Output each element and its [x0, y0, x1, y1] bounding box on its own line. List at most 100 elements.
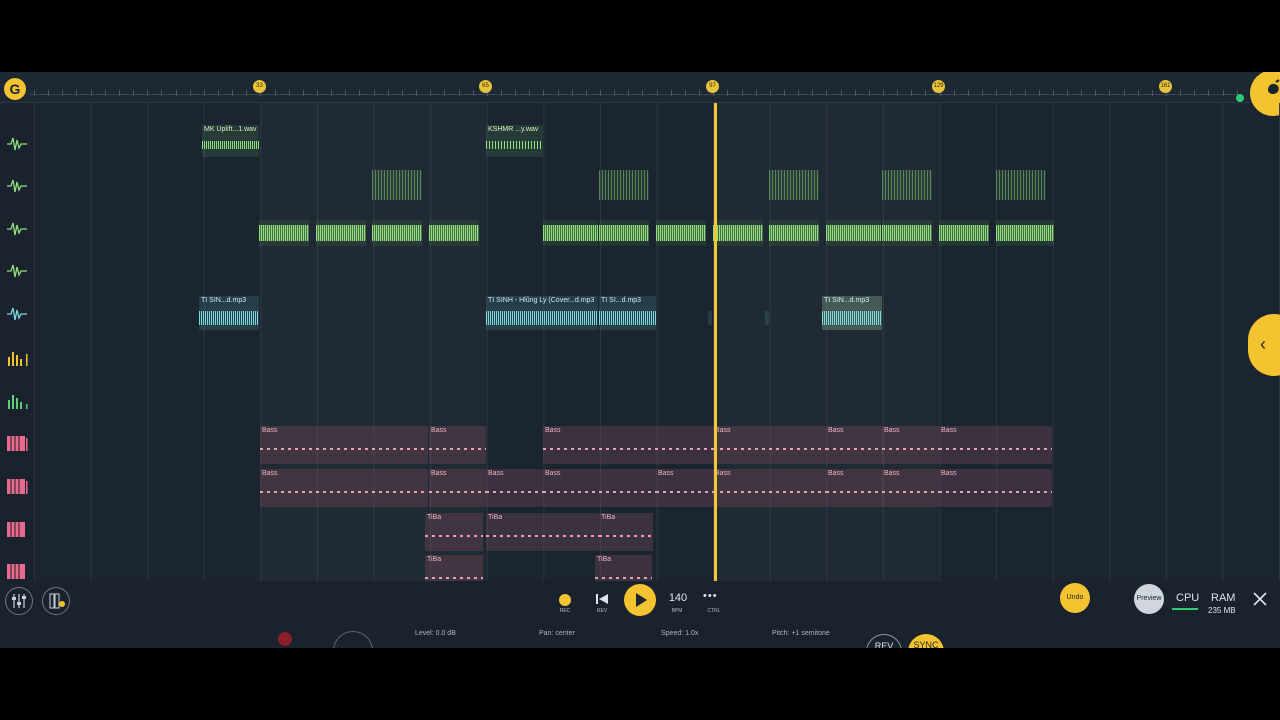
ruler-tick: [401, 90, 403, 96]
ruler-tick: [1137, 90, 1139, 96]
ruler-tick: [600, 90, 601, 96]
wave-icon[interactable]: [6, 177, 28, 195]
pattern-clip[interactable]: Bass: [429, 426, 486, 464]
ruler-tick: [232, 90, 234, 96]
cpu-label: CPU: [1176, 592, 1200, 604]
note-pattern: [882, 448, 939, 450]
plugin-icon[interactable]: [42, 587, 70, 615]
waveform: [826, 225, 881, 241]
playlist-tracks[interactable]: MK Uplift...1.wav KSHMR ...y.wav T⁠I SIN…: [0, 103, 1280, 593]
audio-clip[interactable]: [882, 220, 932, 246]
pattern-clip[interactable]: Bass: [260, 469, 428, 507]
audio-clip[interactable]: [826, 220, 881, 246]
wave-icon[interactable]: [6, 305, 28, 323]
ruler-tick: [90, 90, 92, 96]
close-icon[interactable]: [1251, 590, 1269, 613]
audio-clip[interactable]: [543, 220, 598, 246]
bar-marker[interactable]: 65: [479, 80, 492, 93]
pattern-clip[interactable]: Bass: [260, 426, 428, 464]
clip-label: KSHMR ...y.wav: [488, 126, 539, 133]
bar-marker[interactable]: 129: [932, 80, 945, 93]
note-pattern: [543, 491, 656, 493]
note-pattern: [425, 535, 483, 537]
bar-marker[interactable]: 97: [706, 80, 719, 93]
audio-clip[interactable]: T⁠I SI...d.mp3: [599, 296, 656, 330]
waveform: [656, 225, 706, 241]
bars-icon[interactable]: [6, 349, 28, 367]
note-pattern: [429, 491, 486, 493]
wave-knob[interactable]: [333, 631, 373, 648]
play-icon[interactable]: [624, 584, 656, 616]
audio-clip[interactable]: [939, 220, 989, 246]
pattern-clip[interactable]: Bass: [486, 469, 543, 507]
pattern-clip[interactable]: Bass: [826, 426, 883, 464]
bars-icon[interactable]: [6, 392, 28, 410]
pattern-clip[interactable]: Bass: [882, 469, 939, 507]
logo-icon[interactable]: G: [4, 78, 26, 100]
pattern-clip[interactable]: Bass: [939, 469, 1052, 507]
pattern-clip[interactable]: Bass: [543, 469, 656, 507]
rev-button[interactable]: REV: [866, 634, 902, 648]
audio-clip[interactable]: [769, 170, 819, 200]
audio-clip[interactable]: [769, 220, 819, 246]
audio-clip[interactable]: MK Uplift...1.wav: [202, 125, 259, 157]
ruler-tick: [840, 90, 842, 96]
wave-icon[interactable]: [6, 135, 28, 153]
more-options-icon[interactable]: •••: [703, 590, 718, 602]
ruler-tick: [302, 90, 304, 96]
sync-button[interactable]: SYNC: [908, 634, 944, 648]
piano-icon[interactable]: [6, 520, 28, 538]
audio-clip[interactable]: [708, 311, 712, 325]
bar-marker[interactable]: 161: [1159, 80, 1172, 93]
wave-icon[interactable]: [6, 220, 28, 238]
pattern-clip[interactable]: Bass: [826, 469, 883, 507]
audio-clip[interactable]: [316, 220, 366, 246]
ruler-tick: [571, 90, 573, 96]
preview-button[interactable]: Preview: [1134, 584, 1164, 614]
audio-clip[interactable]: KSHMR ...y.wav: [486, 125, 543, 157]
waveform: [599, 225, 649, 241]
audio-clip[interactable]: [996, 170, 1046, 200]
audio-clip[interactable]: [372, 220, 422, 246]
bpm-value[interactable]: 140: [666, 592, 690, 604]
timeline-ruler[interactable]: G 33 65 97 129 161: [0, 72, 1280, 116]
note-pattern: [826, 448, 883, 450]
piano-icon[interactable]: [6, 562, 28, 580]
audio-clip[interactable]: [599, 220, 649, 246]
ruler-tick: [1024, 90, 1026, 96]
ruler-tick: [967, 90, 969, 96]
piano-icon[interactable]: [6, 477, 28, 495]
record-button[interactable]: [559, 594, 571, 606]
audio-clip[interactable]: [765, 311, 769, 325]
undo-button[interactable]: Undo: [1060, 583, 1090, 613]
pattern-clip[interactable]: Bass: [713, 426, 826, 464]
audio-clip[interactable]: T⁠I SINH - Hlũng Ly (Cover...d.mp3: [486, 296, 598, 330]
pattern-clip[interactable]: TiBa: [486, 513, 599, 551]
ruler-tick: [614, 90, 616, 96]
wave-icon[interactable]: [6, 262, 28, 280]
record-knob[interactable]: [278, 632, 292, 646]
audio-clip[interactable]: [599, 170, 649, 200]
pattern-clip[interactable]: Bass: [713, 469, 826, 507]
pattern-clip[interactable]: Bass: [543, 426, 713, 464]
pattern-clip[interactable]: Bass: [882, 426, 939, 464]
waveform: [486, 311, 598, 325]
audio-clip[interactable]: T⁠I SIN...d.mp3: [822, 296, 882, 330]
pattern-clip[interactable]: Bass: [656, 469, 713, 507]
audio-clip[interactable]: [429, 220, 479, 246]
mixer-icon[interactable]: [5, 587, 33, 615]
audio-clip[interactable]: [713, 220, 763, 246]
pattern-clip[interactable]: TiBa: [599, 513, 653, 551]
audio-clip[interactable]: [996, 220, 1054, 246]
pattern-clip[interactable]: Bass: [939, 426, 1052, 464]
bar-marker[interactable]: 33: [253, 80, 266, 93]
pattern-clip[interactable]: Bass: [429, 469, 486, 507]
audio-clip[interactable]: [259, 220, 309, 246]
audio-clip[interactable]: [656, 220, 706, 246]
audio-clip[interactable]: T⁠I SIN...d.mp3: [199, 296, 259, 330]
pattern-clip[interactable]: TiBa: [425, 513, 483, 551]
playhead[interactable]: [714, 103, 717, 581]
audio-clip[interactable]: [372, 170, 422, 200]
piano-icon[interactable]: [6, 434, 28, 452]
audio-clip[interactable]: [882, 170, 932, 200]
